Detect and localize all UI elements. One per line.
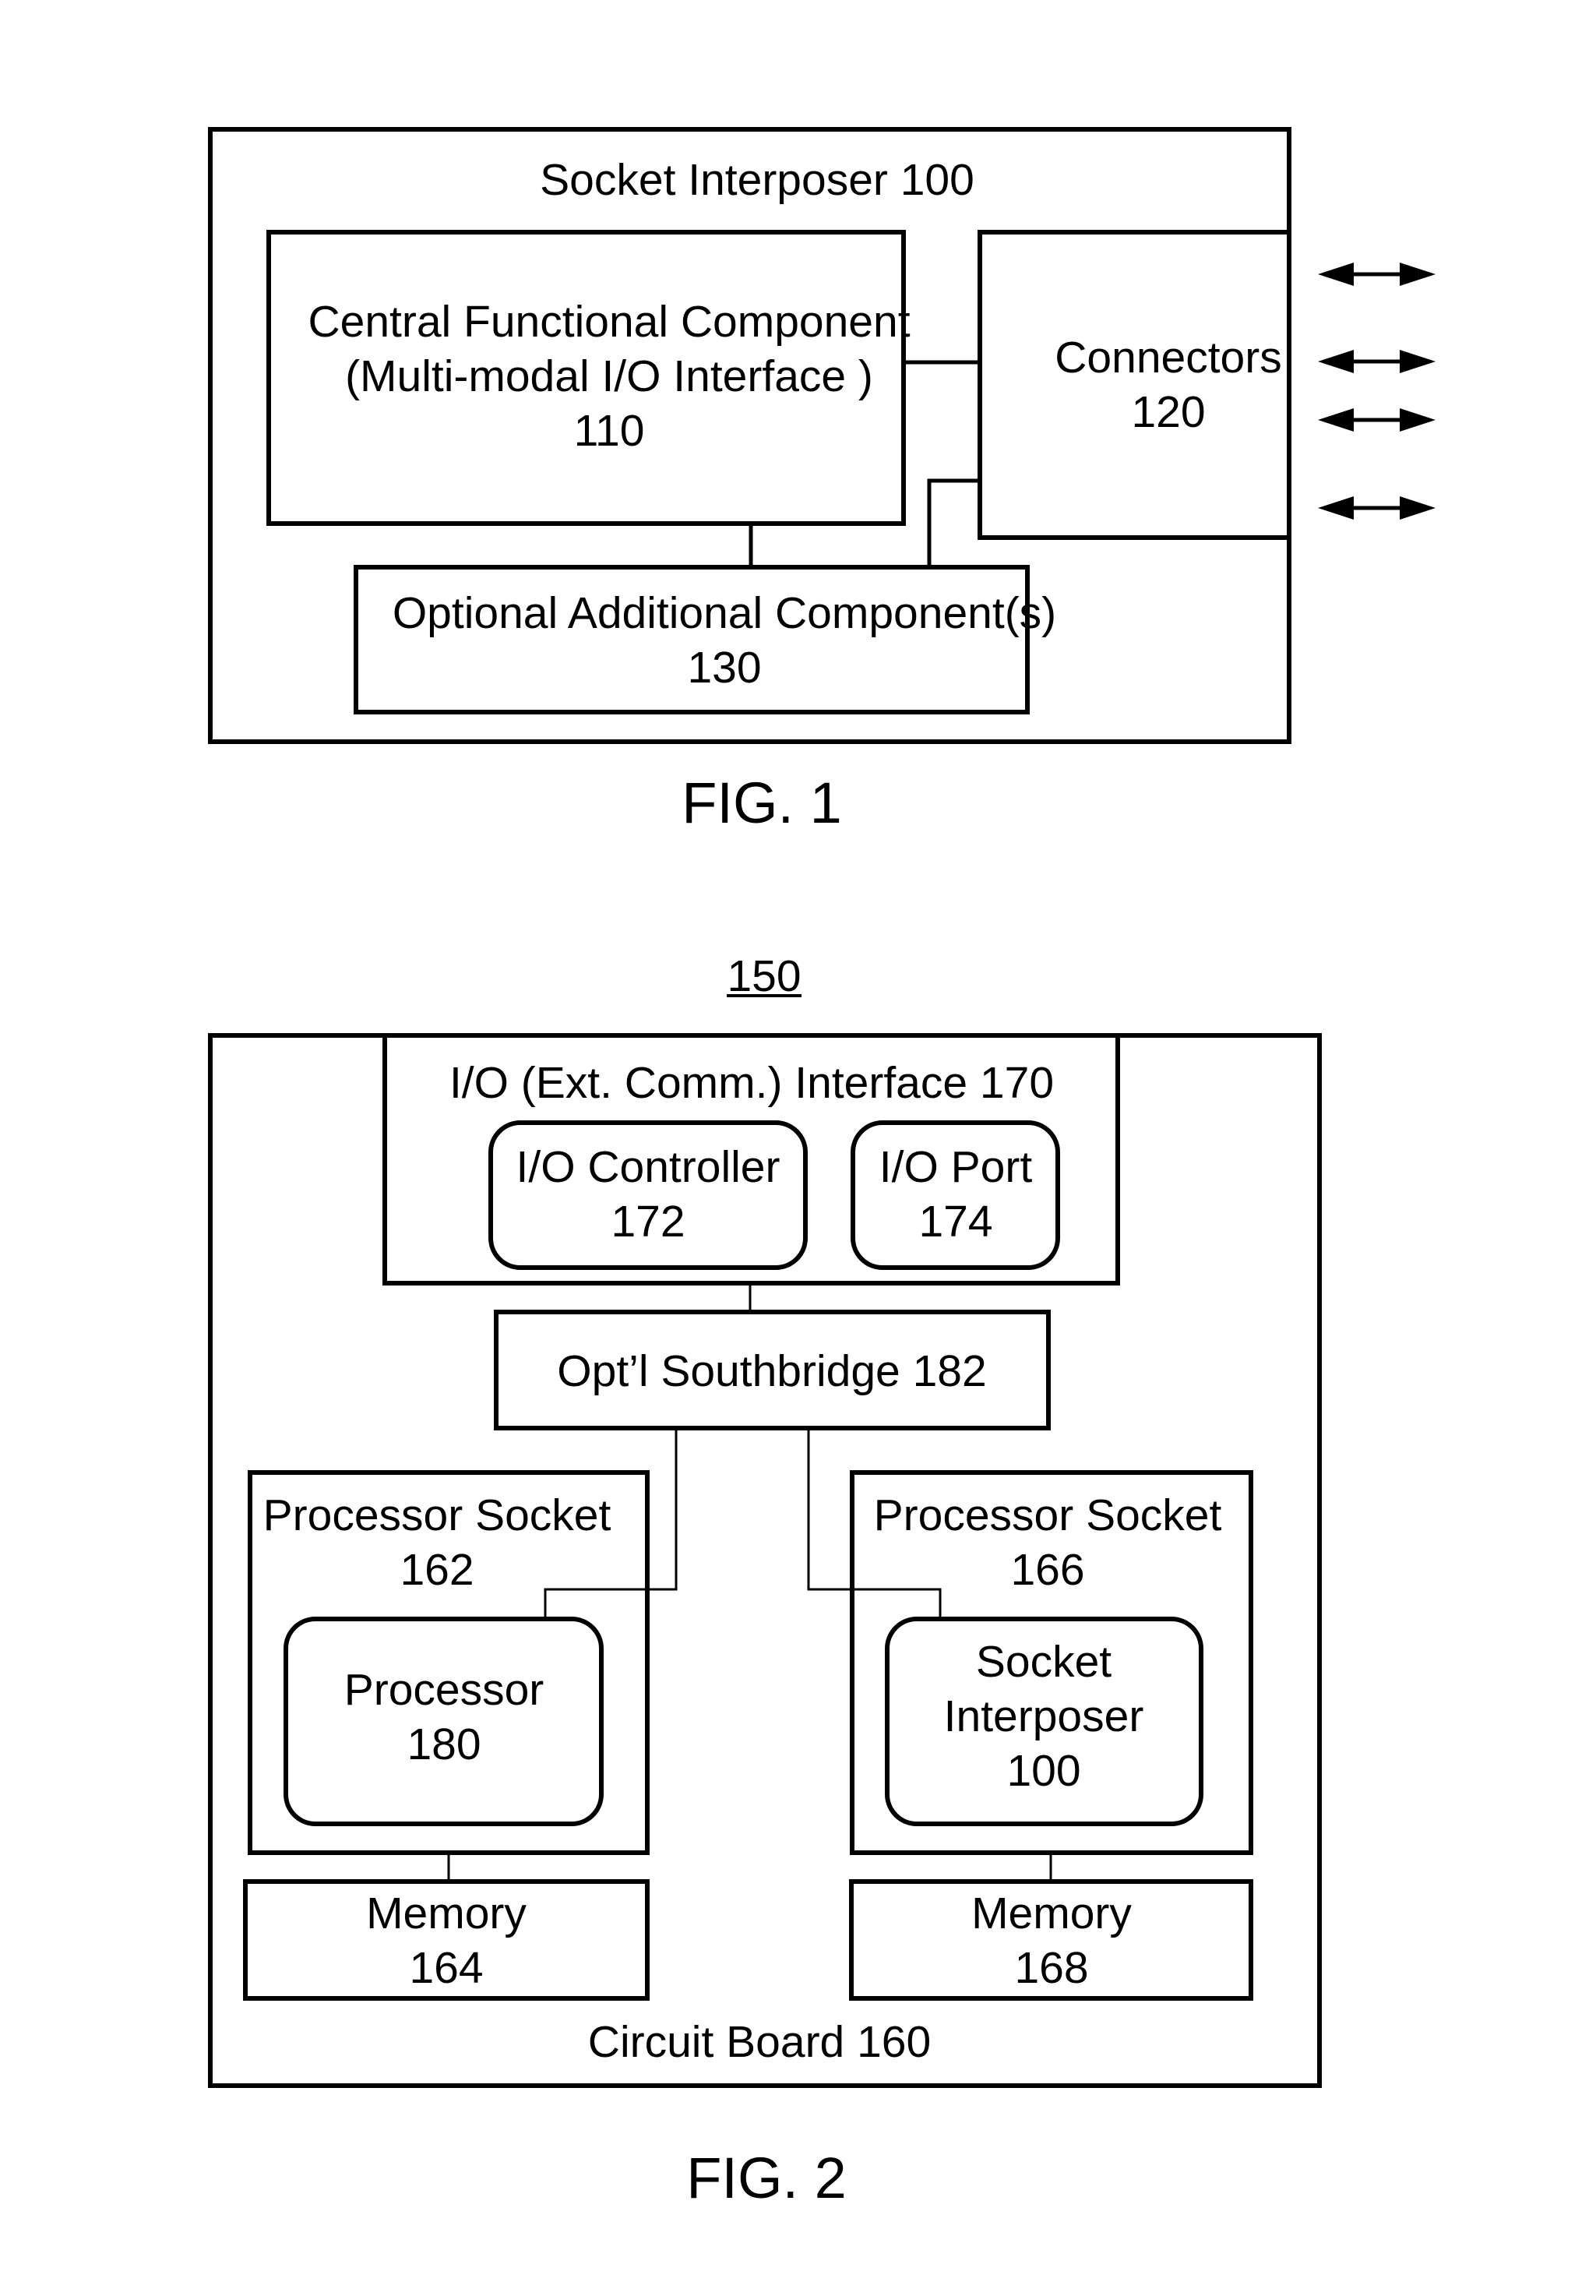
memory-164-label-line-2: 164 bbox=[409, 1943, 483, 1993]
arrowhead-right bbox=[1400, 263, 1436, 286]
wire-optional-to-connectors bbox=[927, 478, 980, 567]
cfc-label-line-3: 110 bbox=[574, 406, 645, 456]
cfc-label-line-1: Central Functional Component bbox=[308, 297, 910, 347]
socket-interposer-title: Socket Interposer 100 bbox=[540, 155, 974, 205]
io-controller-label-line-1: I/O Controller bbox=[516, 1142, 780, 1192]
memory-168-label-line-1: Memory bbox=[971, 1889, 1132, 1938]
bidirectional-arrow-icon bbox=[1318, 350, 1436, 373]
socket-interposer-100-label-line-3: 100 bbox=[1006, 1746, 1080, 1796]
memory-164-label-line-1: Memory bbox=[366, 1889, 527, 1938]
connectors-label-line-1: Connectors bbox=[1055, 333, 1282, 383]
connectors-box bbox=[978, 230, 1289, 540]
arrowhead-right bbox=[1400, 408, 1436, 432]
io-port-label-line-2: 174 bbox=[918, 1197, 992, 1247]
socket-interposer-100-label-line-2: Interposer bbox=[944, 1691, 1144, 1741]
figure-2: 150 Circuit Board 160 I/O (Ext. Comm.) I… bbox=[208, 951, 1322, 2210]
cfc-label-line-2: (Multi-modal I/O Interface ) bbox=[345, 351, 873, 401]
processor-socket-162-label-line-2: 162 bbox=[400, 1545, 474, 1595]
patent-drawing-sheet: Socket Interposer 100 Central Functional… bbox=[208, 127, 1436, 2210]
io-controller-label-line-2: 172 bbox=[611, 1197, 685, 1247]
memory-168-label-line-2: 168 bbox=[1014, 1943, 1088, 1993]
figure-2-caption: FIG. 2 bbox=[686, 2146, 847, 2210]
connectors-label-line-2: 120 bbox=[1131, 387, 1205, 437]
arrowhead-left bbox=[1318, 350, 1354, 373]
external-io-arrows bbox=[1318, 263, 1436, 520]
processor-180-label-line-2: 180 bbox=[407, 1719, 481, 1769]
figure-1: Socket Interposer 100 Central Functional… bbox=[208, 127, 1436, 835]
io-port-label-line-1: I/O Port bbox=[879, 1142, 1033, 1192]
socket-interposer-100-label-line-1: Socket bbox=[976, 1637, 1112, 1687]
optional-components-label-line-1: Optional Additional Component(s) bbox=[393, 588, 1056, 638]
system-reference-label: 150 bbox=[727, 951, 801, 1001]
arrowhead-right bbox=[1400, 350, 1436, 373]
bidirectional-arrow-icon bbox=[1318, 408, 1436, 432]
southbridge-title: Opt’l Southbridge 182 bbox=[557, 1346, 986, 1396]
arrowhead-right bbox=[1400, 496, 1436, 520]
bidirectional-arrow-icon bbox=[1318, 496, 1436, 520]
figure-1-caption: FIG. 1 bbox=[682, 771, 842, 835]
arrowhead-left bbox=[1318, 496, 1354, 520]
processor-socket-162-label-line-1: Processor Socket bbox=[263, 1490, 611, 1540]
bidirectional-arrow-icon bbox=[1318, 263, 1436, 286]
circuit-board-title: Circuit Board 160 bbox=[588, 2017, 931, 2067]
arrowhead-left bbox=[1318, 263, 1354, 286]
processor-socket-166-label-line-2: 166 bbox=[1010, 1545, 1084, 1595]
optional-components-label-line-2: 130 bbox=[687, 643, 761, 693]
arrowhead-left bbox=[1318, 408, 1354, 432]
processor-socket-166-label-line-1: Processor Socket bbox=[874, 1490, 1222, 1540]
processor-180-label-line-1: Processor bbox=[344, 1665, 544, 1715]
io-interface-title: I/O (Ext. Comm.) Interface 170 bbox=[449, 1058, 1054, 1108]
